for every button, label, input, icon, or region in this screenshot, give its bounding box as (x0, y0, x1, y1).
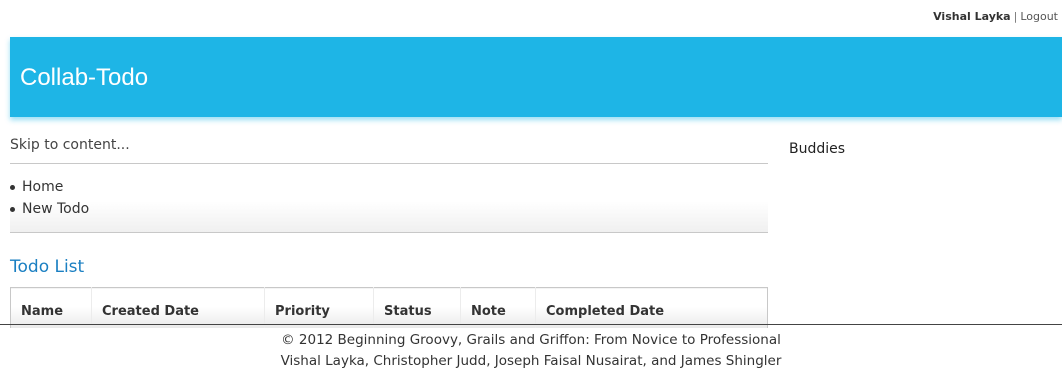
app-title: Collab-Todo (20, 64, 149, 91)
column-header-name[interactable]: Name (10, 287, 92, 328)
nav-list: Home New Todo (10, 164, 768, 220)
navigation-menu: Home New Todo (10, 163, 768, 233)
column-header-note[interactable]: Note (460, 287, 536, 328)
column-header-priority[interactable]: Priority (264, 287, 374, 328)
page: Vishal Layka | Logout Collab-Todo Skip to … (0, 0, 1062, 373)
header-banner: Collab-Todo (10, 37, 1062, 117)
main-column: Skip to content... Home New Todo Todo Li… (10, 130, 768, 328)
column-header-completed-date[interactable]: Completed Date (535, 287, 768, 328)
footer: © 2012 Beginning Groovy, Grails and Grif… (0, 330, 1062, 372)
logout-link[interactable]: Logout (1020, 10, 1058, 23)
user-bar-separator: | (1013, 10, 1018, 23)
todo-table: Name Created Date Priority Status Note C… (10, 287, 768, 328)
nav-item-home: Home (10, 176, 768, 198)
todo-list-title: Todo List (10, 257, 85, 277)
footer-authors: Vishal Layka, Christopher Judd, Joseph F… (280, 353, 782, 369)
column-header-created-date[interactable]: Created Date (91, 287, 265, 328)
user-bar: Vishal Layka | Logout (933, 10, 1058, 23)
skip-to-content-link[interactable]: Skip to content... (10, 130, 768, 163)
buddies-title: Buddies (789, 141, 846, 157)
table-header-row: Name Created Date Priority Status Note C… (10, 287, 768, 328)
nav-item-new-todo: New Todo (10, 198, 768, 220)
footer-divider (0, 324, 1062, 325)
footer-copyright: © 2012 Beginning Groovy, Grails and Grif… (281, 332, 781, 348)
nav-link-new-todo[interactable]: New Todo (22, 201, 89, 217)
column-header-status[interactable]: Status (373, 287, 461, 328)
user-name: Vishal Layka (933, 10, 1011, 23)
nav-link-home[interactable]: Home (22, 179, 63, 195)
